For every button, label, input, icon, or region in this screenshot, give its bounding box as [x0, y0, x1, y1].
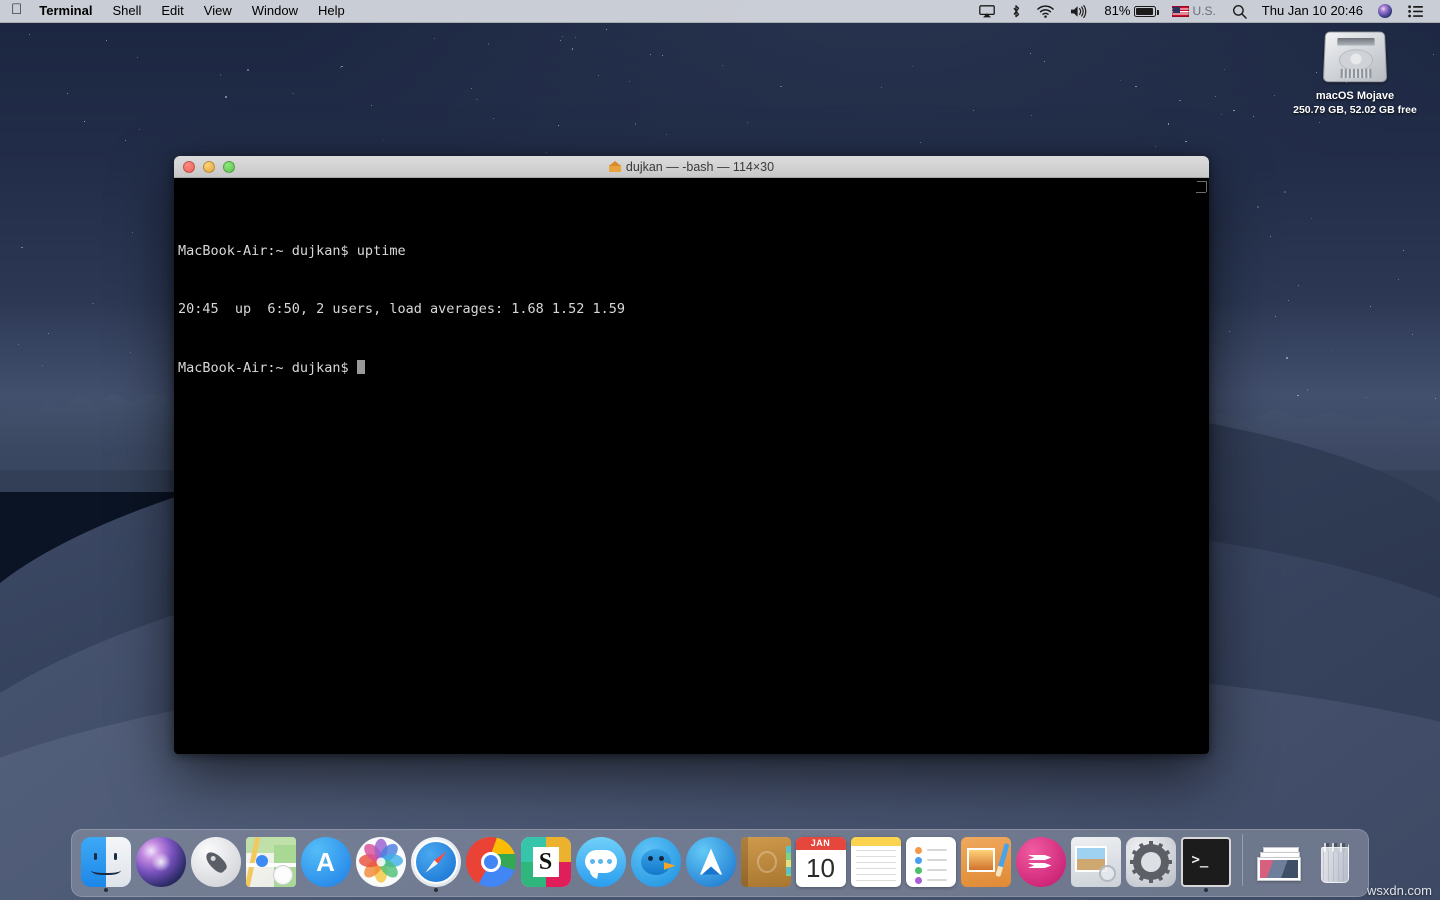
contacts-icon: [741, 837, 791, 887]
running-indicator: [434, 888, 438, 892]
dock-item-safari[interactable]: [408, 830, 463, 892]
battery-icon: [1134, 6, 1156, 17]
notification-center-icon[interactable]: [1400, 5, 1432, 18]
menu-bar-clock[interactable]: Thu Jan 10 20:46: [1255, 0, 1370, 22]
menu-item-terminal[interactable]: Terminal: [31, 0, 102, 22]
terminal-body[interactable]: MacBook-Air:~ dujkan$ uptime 20:45 up 6:…: [174, 178, 1209, 754]
menu-item-window[interactable]: Window: [242, 0, 308, 22]
spark-icon: [686, 837, 736, 887]
dock-item-twitter[interactable]: [628, 830, 683, 892]
apple-logo-icon[interactable]: : [11, 0, 31, 23]
messages-icon: [576, 837, 626, 887]
battery-status[interactable]: 81%: [1096, 0, 1164, 22]
terminal-title-label: dujkan — -bash — 114×30: [626, 160, 774, 174]
desktop-icon-macintosh-hd[interactable]: macOS Mojave 250.79 GB, 52.02 GB free: [1288, 30, 1422, 117]
menu-bar[interactable]:  Terminal Shell Edit View Window Help: [0, 0, 1440, 23]
chrome-icon: [466, 837, 516, 887]
terminal-line-prompt: MacBook-Air:~ dujkan$: [178, 359, 1209, 379]
us-flag-icon: [1172, 6, 1189, 17]
calendar-icon: JAN 10: [796, 837, 846, 887]
app-store-icon: A: [301, 837, 351, 887]
dock-item-terminal[interactable]: >_: [1178, 830, 1233, 892]
menu-item-help[interactable]: Help: [308, 0, 355, 22]
dock-item-app-store[interactable]: A: [298, 830, 353, 892]
system-preferences-gear-icon: [1126, 837, 1176, 887]
notes-icon: [851, 837, 901, 887]
terminal-title: dujkan — -bash — 114×30: [174, 160, 1209, 174]
menu-item-shell[interactable]: Shell: [102, 0, 151, 22]
dock[interactable]: A S JAN: [71, 829, 1369, 897]
hard-drive-icon: [1323, 32, 1387, 83]
spotlight-search-icon[interactable]: [1224, 4, 1255, 19]
running-indicator: [104, 888, 108, 892]
finder-icon: [81, 837, 131, 887]
app-store-letter: A: [316, 849, 335, 875]
slack-icon: S: [521, 837, 571, 887]
battery-percent-label: 81%: [1104, 0, 1130, 22]
dock-item-pink-app[interactable]: [1013, 830, 1068, 892]
input-source-menu[interactable]: U.S.: [1164, 0, 1223, 22]
terminal-scrollbar[interactable]: [1197, 181, 1207, 192]
dock-divider: [1242, 834, 1243, 886]
terminal-window[interactable]: dujkan — -bash — 114×30 MacBook-Air:~ du…: [174, 156, 1209, 754]
dock-item-messages[interactable]: [573, 830, 628, 892]
menu-item-edit[interactable]: Edit: [151, 0, 193, 22]
trash-icon: [1310, 837, 1360, 887]
menu-bar-status-area: 81% U.S. Thu Jan 10 20:46: [971, 0, 1440, 22]
dock-item-contacts[interactable]: [738, 830, 793, 892]
dock-item-image-capture[interactable]: [1068, 830, 1123, 892]
maps-icon: [246, 837, 296, 887]
airplay-icon[interactable]: [971, 5, 1003, 18]
siri-icon: [136, 837, 186, 887]
photos-icon: [356, 837, 406, 887]
stacks-icon: [1255, 837, 1305, 887]
dock-item-spark[interactable]: [683, 830, 738, 892]
terminal-prompt-label: MacBook-Air:~ dujkan$: [178, 360, 357, 376]
dock-item-system-preferences[interactable]: [1123, 830, 1178, 892]
watermark: wsxdn.com: [1367, 883, 1432, 898]
dock-item-preview[interactable]: [958, 830, 1013, 892]
dock-item-notes[interactable]: [848, 830, 903, 892]
volume-icon[interactable]: [1062, 5, 1096, 18]
dock-item-chrome[interactable]: [463, 830, 518, 892]
preview-icon: [961, 837, 1011, 887]
image-capture-icon: [1071, 837, 1121, 887]
running-indicator: [1204, 888, 1208, 892]
terminal-line-command: MacBook-Air:~ dujkan$ uptime: [178, 242, 1209, 262]
reminders-icon: [906, 837, 956, 887]
terminal-title-bar[interactable]: dujkan — -bash — 114×30: [174, 156, 1209, 178]
dock-item-finder[interactable]: [78, 830, 133, 892]
terminal-icon-prompt: >_: [1192, 852, 1209, 868]
dock-item-launchpad[interactable]: [188, 830, 243, 892]
dock-item-siri[interactable]: [133, 830, 188, 892]
terminal-line-output: 20:45 up 6:50, 2 users, load averages: 1…: [178, 300, 1209, 320]
dock-item-trash[interactable]: [1307, 830, 1362, 892]
drive-name-label: macOS Mojave: [1288, 89, 1422, 103]
dock-item-stacks[interactable]: [1252, 830, 1307, 892]
dock-item-slack[interactable]: S: [518, 830, 573, 892]
drive-capacity-label: 250.79 GB, 52.02 GB free: [1288, 103, 1422, 117]
dock-item-calendar[interactable]: JAN 10: [793, 830, 848, 892]
siri-icon[interactable]: [1370, 4, 1400, 18]
terminal-icon: >_: [1181, 837, 1231, 887]
calendar-day-label: 10: [796, 850, 846, 887]
wifi-icon[interactable]: [1029, 5, 1062, 18]
launchpad-icon: [191, 837, 241, 887]
menu-item-view[interactable]: View: [194, 0, 242, 22]
dock-item-photos[interactable]: [353, 830, 408, 892]
dock-item-maps[interactable]: [243, 830, 298, 892]
bluetooth-icon[interactable]: [1003, 4, 1029, 19]
home-folder-icon: [609, 161, 621, 172]
dock-item-reminders[interactable]: [903, 830, 958, 892]
terminal-cursor: [357, 360, 365, 374]
menu-bar-left:  Terminal Shell Edit View Window Help: [0, 0, 355, 23]
slack-letter: S: [533, 847, 559, 877]
input-source-label: U.S.: [1192, 0, 1215, 22]
safari-icon: [411, 837, 461, 887]
calendar-month-label: JAN: [796, 837, 846, 850]
hype-icon: [1016, 837, 1066, 887]
twitter-bird-icon: [631, 837, 681, 887]
